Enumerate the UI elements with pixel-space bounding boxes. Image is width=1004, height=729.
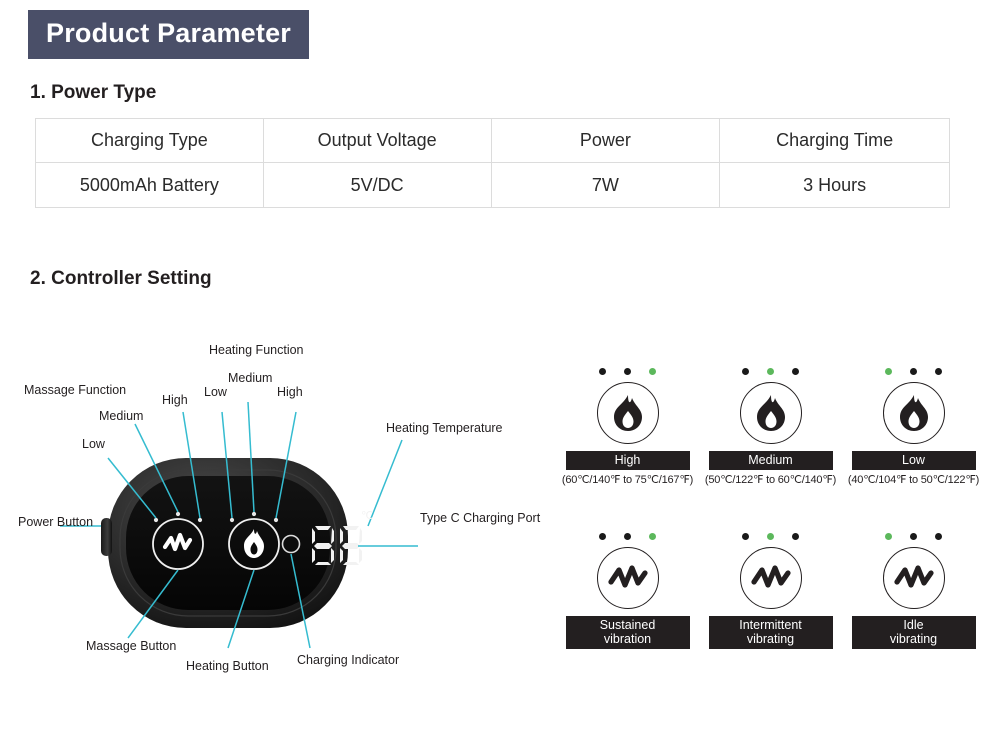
heating-mode-high[interactable]: High (60℃/140℉ to 75℃/167℉) [556,368,699,486]
callout-massage-button: Massage Button [86,639,177,653]
level-dots [885,533,942,540]
mode-label-line1: Sustained [599,618,656,632]
level-dots [885,368,942,375]
level-dot [624,533,631,540]
mode-label-line2: vibrating [889,632,938,646]
table-header-row: Charging Type Output Voltage Power Charg… [35,118,950,163]
level-dot [935,368,942,375]
level-dot-active [885,368,892,375]
level-dot-active [649,368,656,375]
table-cell: 5000mAh Battery [35,162,264,208]
callout-heating-low: Low [204,385,227,399]
vibration-modes-group: Sustained vibration Intermittent vibrati… [556,533,985,649]
section-heading-controller-setting: 2. Controller Setting [30,268,212,289]
flame-icon [596,382,659,444]
callout-heating-temperature: Heating Temperature [386,421,503,435]
power-type-table: Charging Type Output Voltage Power Charg… [35,118,950,208]
level-dot [742,533,749,540]
mode-label: Idle vibrating [851,616,976,649]
vibration-wave-icon [882,547,945,609]
mode-temperature-range: (40℃/104℉ to 50℃/122℉) [847,474,980,486]
level-dots [742,533,799,540]
table-header-cell: Charging Time [719,118,950,163]
product-parameter-page: Product Parameter 1. Power Type Charging… [0,0,1004,729]
callout-power-button: Power Button [18,515,94,529]
display-unit-label: ℃ [361,510,374,522]
callout-heating-medium: Medium [228,371,273,385]
callout-type-c-charging-port: Type C Charging Port [420,511,541,525]
mode-temperature-range: (60℃/140℉ to 75℃/167℉) [561,474,694,486]
mode-label-line1: Intermittent [739,618,802,632]
callout-heating-function: Heating Function [209,343,304,357]
table-cell: 7W [490,162,721,208]
level-dot [910,368,917,375]
flame-icon [882,382,945,444]
vibration-wave-icon [739,547,802,609]
section-heading-power-type: 1. Power Type [30,82,157,103]
level-dot [792,368,799,375]
mode-label-line2: vibration [603,632,652,646]
callout-heating-high: High [277,385,303,399]
level-dot-active [885,533,892,540]
mode-label-line1: Idle [903,618,924,632]
heating-mode-low[interactable]: Low (40℃/104℉ to 50℃/122℉) [842,368,985,486]
mode-temperature-range: (50℃/122℉ to 60℃/140℉) [704,474,837,486]
vibration-modes-row: Sustained vibration Intermittent vibrati… [556,533,985,649]
heating-modes-group: High (60℃/140℉ to 75℃/167℉) Medium (50℃/… [556,368,985,486]
table-cell: 5V/DC [262,162,492,208]
table-header-cell: Output Voltage [262,118,492,163]
callout-massage-low: Low [82,437,105,451]
level-dot-active [767,368,774,375]
page-title-banner: Product Parameter [28,10,309,59]
mode-label: Medium [708,451,833,470]
level-dot [935,533,942,540]
table-row: 5000mAh Battery 5V/DC 7W 3 Hours [35,162,950,208]
level-dots [599,533,656,540]
table-header-cell: Charging Type [35,118,264,163]
level-dot [910,533,917,540]
controller-diagram: Massage Function Medium Low High Heating… [0,330,560,690]
callout-massage-function: Massage Function [24,383,127,397]
mode-label: Intermittent vibrating [708,616,833,649]
device-body [101,458,348,628]
level-dot-active [649,533,656,540]
vibration-mode-sustained[interactable]: Sustained vibration [556,533,699,649]
callout-charging-indicator: Charging Indicator [297,653,400,667]
level-dot-active [767,533,774,540]
flame-icon [739,382,802,444]
vibration-wave-icon [596,547,659,609]
level-dots [599,368,656,375]
heating-mode-medium[interactable]: Medium (50℃/122℉ to 60℃/140℉) [699,368,842,486]
level-dot [792,533,799,540]
level-dot [742,368,749,375]
mode-label: Sustained vibration [565,616,690,649]
level-dot [599,533,606,540]
vibration-mode-intermittent[interactable]: Intermittent vibrating [699,533,842,649]
vibration-mode-idle[interactable]: Idle vibrating [842,533,985,649]
heating-modes-row: High (60℃/140℉ to 75℃/167℉) Medium (50℃/… [556,368,985,486]
level-dot [599,368,606,375]
callout-massage-medium: Medium [99,409,144,423]
mode-label: High [565,451,690,470]
level-dot [624,368,631,375]
table-cell: 3 Hours [719,162,950,208]
mode-label-line2: vibrating [746,632,795,646]
mode-label: Low [851,451,976,470]
callout-massage-high: High [162,393,188,407]
level-dots [742,368,799,375]
table-header-cell: Power [490,118,721,163]
callout-heating-button: Heating Button [186,659,269,673]
